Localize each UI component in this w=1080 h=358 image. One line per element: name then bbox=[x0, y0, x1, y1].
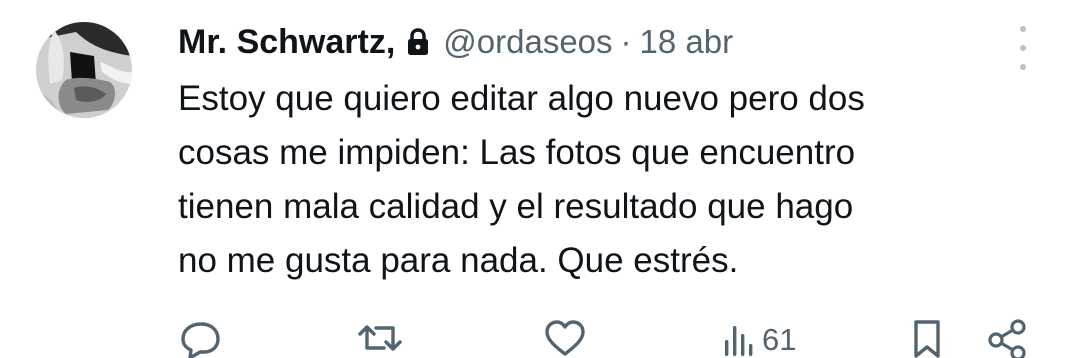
heart-icon bbox=[545, 320, 585, 356]
bookmark-icon bbox=[914, 320, 940, 358]
share-button[interactable] bbox=[986, 318, 1030, 358]
retweet-icon bbox=[358, 325, 402, 351]
tweet-text-line: cosas me impiden: Las fotos que encuentr… bbox=[178, 133, 856, 172]
tweet-date[interactable]: 18 abr bbox=[640, 23, 734, 61]
bookmark-button[interactable] bbox=[910, 318, 944, 358]
display-name[interactable]: Mr. Schwartz, bbox=[178, 23, 395, 62]
tweet-text-line: tienen mala calidad y el resultado que h… bbox=[178, 187, 854, 226]
more-icon[interactable] bbox=[1011, 26, 1035, 70]
user-handle[interactable]: @ordaseos bbox=[443, 23, 612, 61]
views-button[interactable]: 61 bbox=[722, 318, 796, 358]
avatar-image bbox=[36, 22, 132, 118]
tweet-header: Mr. Schwartz, @ordaseos · 18 abr bbox=[178, 18, 733, 66]
tweet-actions: 61 bbox=[0, 318, 1080, 358]
retweet-button[interactable] bbox=[354, 318, 406, 358]
reply-button[interactable] bbox=[178, 318, 224, 358]
share-icon bbox=[988, 319, 1026, 358]
lock-icon bbox=[407, 28, 429, 56]
tweet-text-line: Estoy que quiero editar algo nuevo pero … bbox=[178, 79, 865, 118]
tweet-text-line: no me gusta para nada. Que estrés. bbox=[178, 241, 739, 280]
avatar[interactable] bbox=[36, 22, 132, 118]
separator-dot: · bbox=[620, 23, 632, 60]
views-icon bbox=[725, 326, 753, 356]
like-button[interactable] bbox=[542, 318, 588, 358]
tweet-text: Estoy que quiero editar algo nuevo pero … bbox=[178, 72, 1038, 288]
reply-icon bbox=[181, 322, 220, 358]
views-count: 61 bbox=[762, 322, 797, 357]
